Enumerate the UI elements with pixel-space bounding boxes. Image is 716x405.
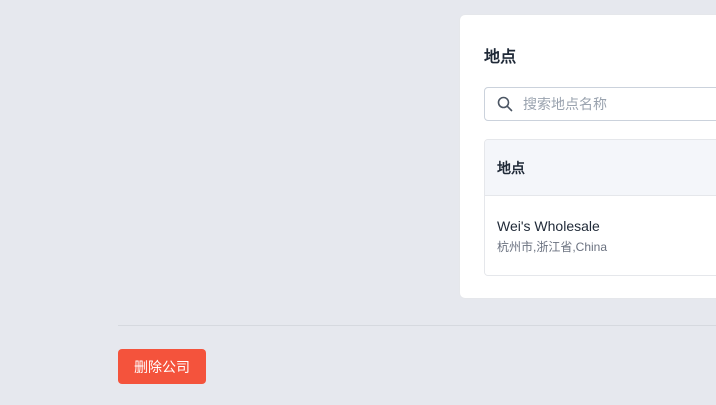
table-row[interactable]: Wei's Wholesale 杭州市,浙江省,China	[485, 196, 716, 275]
search-box[interactable]	[484, 87, 716, 121]
locations-table: 地点 Wei's Wholesale 杭州市,浙江省,China	[484, 139, 716, 276]
locations-title: 地点	[484, 49, 517, 66]
locations-card: 地点 地点 Wei's Wholesale 杭州市,浙江省,China	[459, 14, 716, 299]
page: 地点 地点 Wei's Wholesale 杭州市,浙江省,China 删除公司	[0, 0, 716, 405]
section-divider	[118, 325, 716, 326]
search-locations-input[interactable]	[521, 95, 716, 113]
location-address: 杭州市,浙江省,China	[497, 239, 608, 254]
table-header: 地点	[485, 140, 716, 196]
location-name: Wei's Wholesale	[497, 217, 600, 234]
search-icon	[497, 96, 513, 112]
column-header-location: 地点	[497, 159, 525, 176]
delete-company-button[interactable]: 删除公司	[118, 349, 206, 384]
